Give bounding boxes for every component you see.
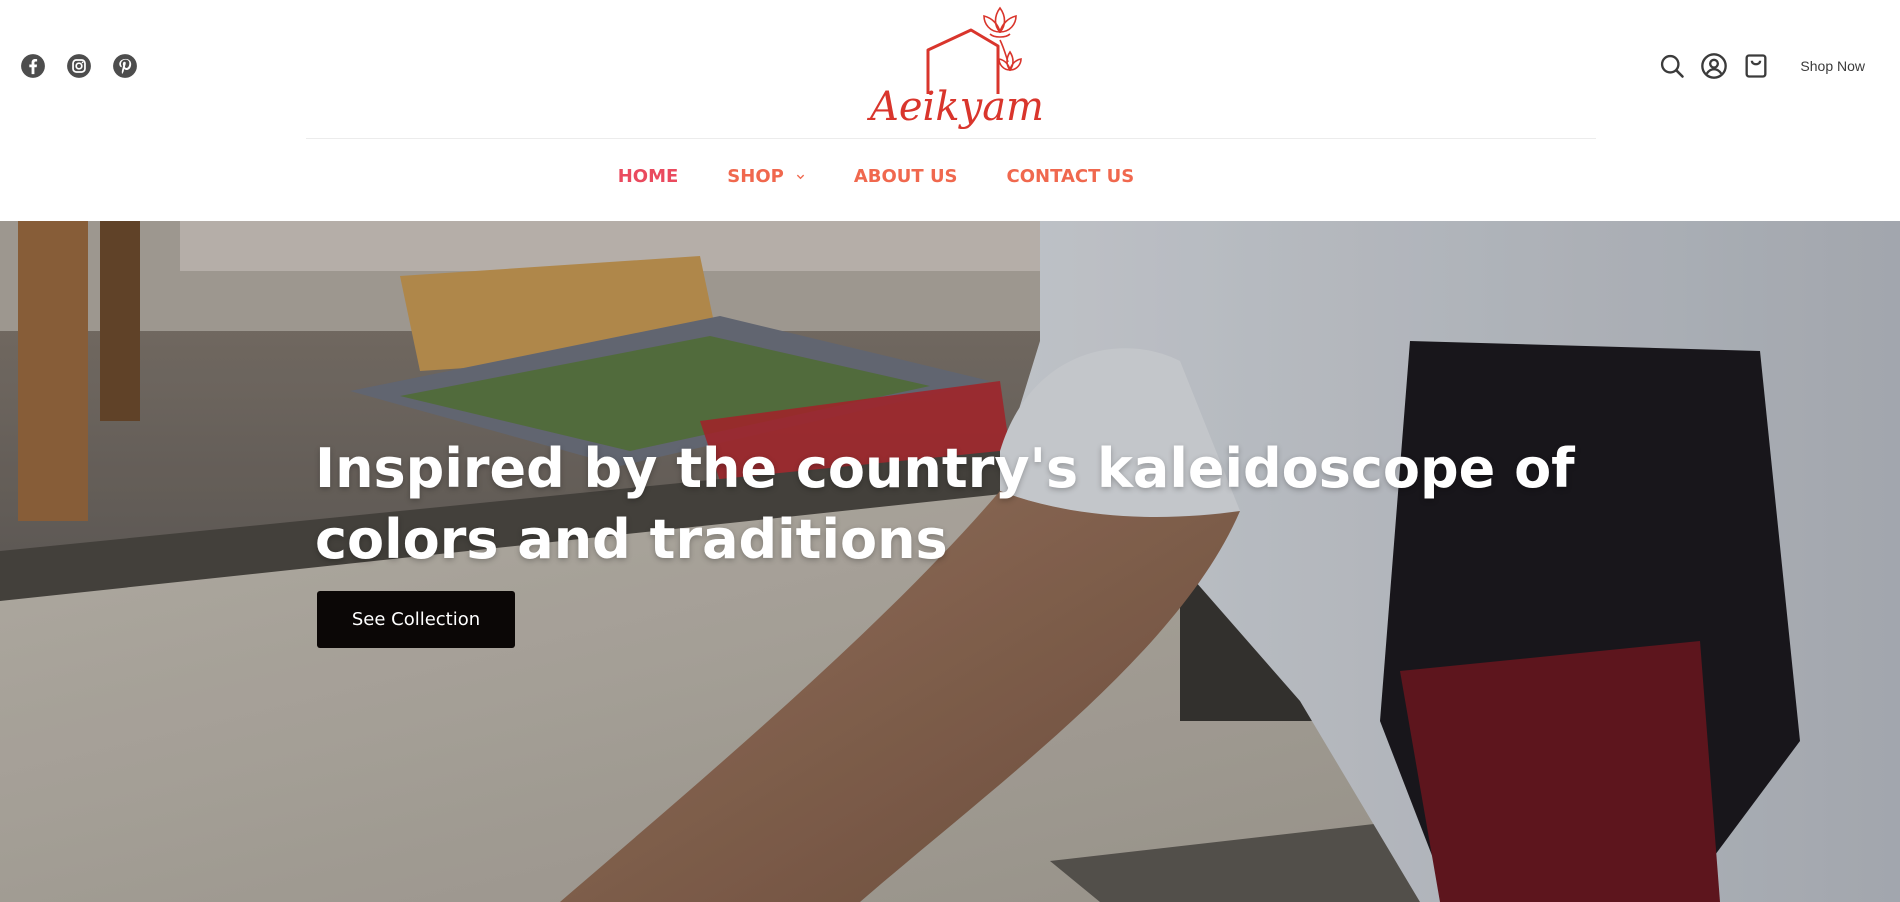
shop-now-link[interactable]: Shop Now xyxy=(1800,58,1865,74)
user-icon[interactable] xyxy=(1700,52,1728,80)
nav-item-home[interactable]: HOME xyxy=(618,166,679,187)
pinterest-icon[interactable] xyxy=(112,53,138,79)
instagram-icon[interactable] xyxy=(66,53,92,79)
facebook-icon[interactable] xyxy=(20,53,46,79)
nav-item-shop[interactable]: SHOP xyxy=(727,166,805,187)
see-collection-button[interactable]: See Collection xyxy=(317,591,515,648)
hero-banner: Inspired by the country's kaleidoscope o… xyxy=(0,221,1900,902)
site-header: Aeikyam Shop Now HOME SHOP ABOUT US CONT… xyxy=(0,0,1900,221)
main-nav: HOME SHOP ABOUT US CONTACT US xyxy=(0,166,1900,187)
header-divider xyxy=(306,138,1596,139)
chevron-down-icon xyxy=(796,174,804,180)
hero-title: Inspired by the country's kaleidoscope o… xyxy=(315,437,1575,571)
nav-item-label: SHOP xyxy=(727,166,784,187)
site-logo[interactable]: Aeikyam xyxy=(860,2,1044,134)
search-icon[interactable] xyxy=(1658,52,1686,80)
nav-item-label: ABOUT US xyxy=(853,166,958,187)
header-actions: Shop Now xyxy=(1658,52,1865,80)
logo-wordmark: Aeikyam xyxy=(870,84,1044,130)
shopping-bag-icon[interactable] xyxy=(1742,52,1770,80)
nav-item-contact-us[interactable]: CONTACT US xyxy=(1007,166,1135,187)
nav-item-label: CONTACT US xyxy=(1006,166,1135,187)
social-links xyxy=(20,53,138,79)
nav-item-label: HOME xyxy=(617,166,679,187)
nav-item-about-us[interactable]: ABOUT US xyxy=(854,166,958,187)
